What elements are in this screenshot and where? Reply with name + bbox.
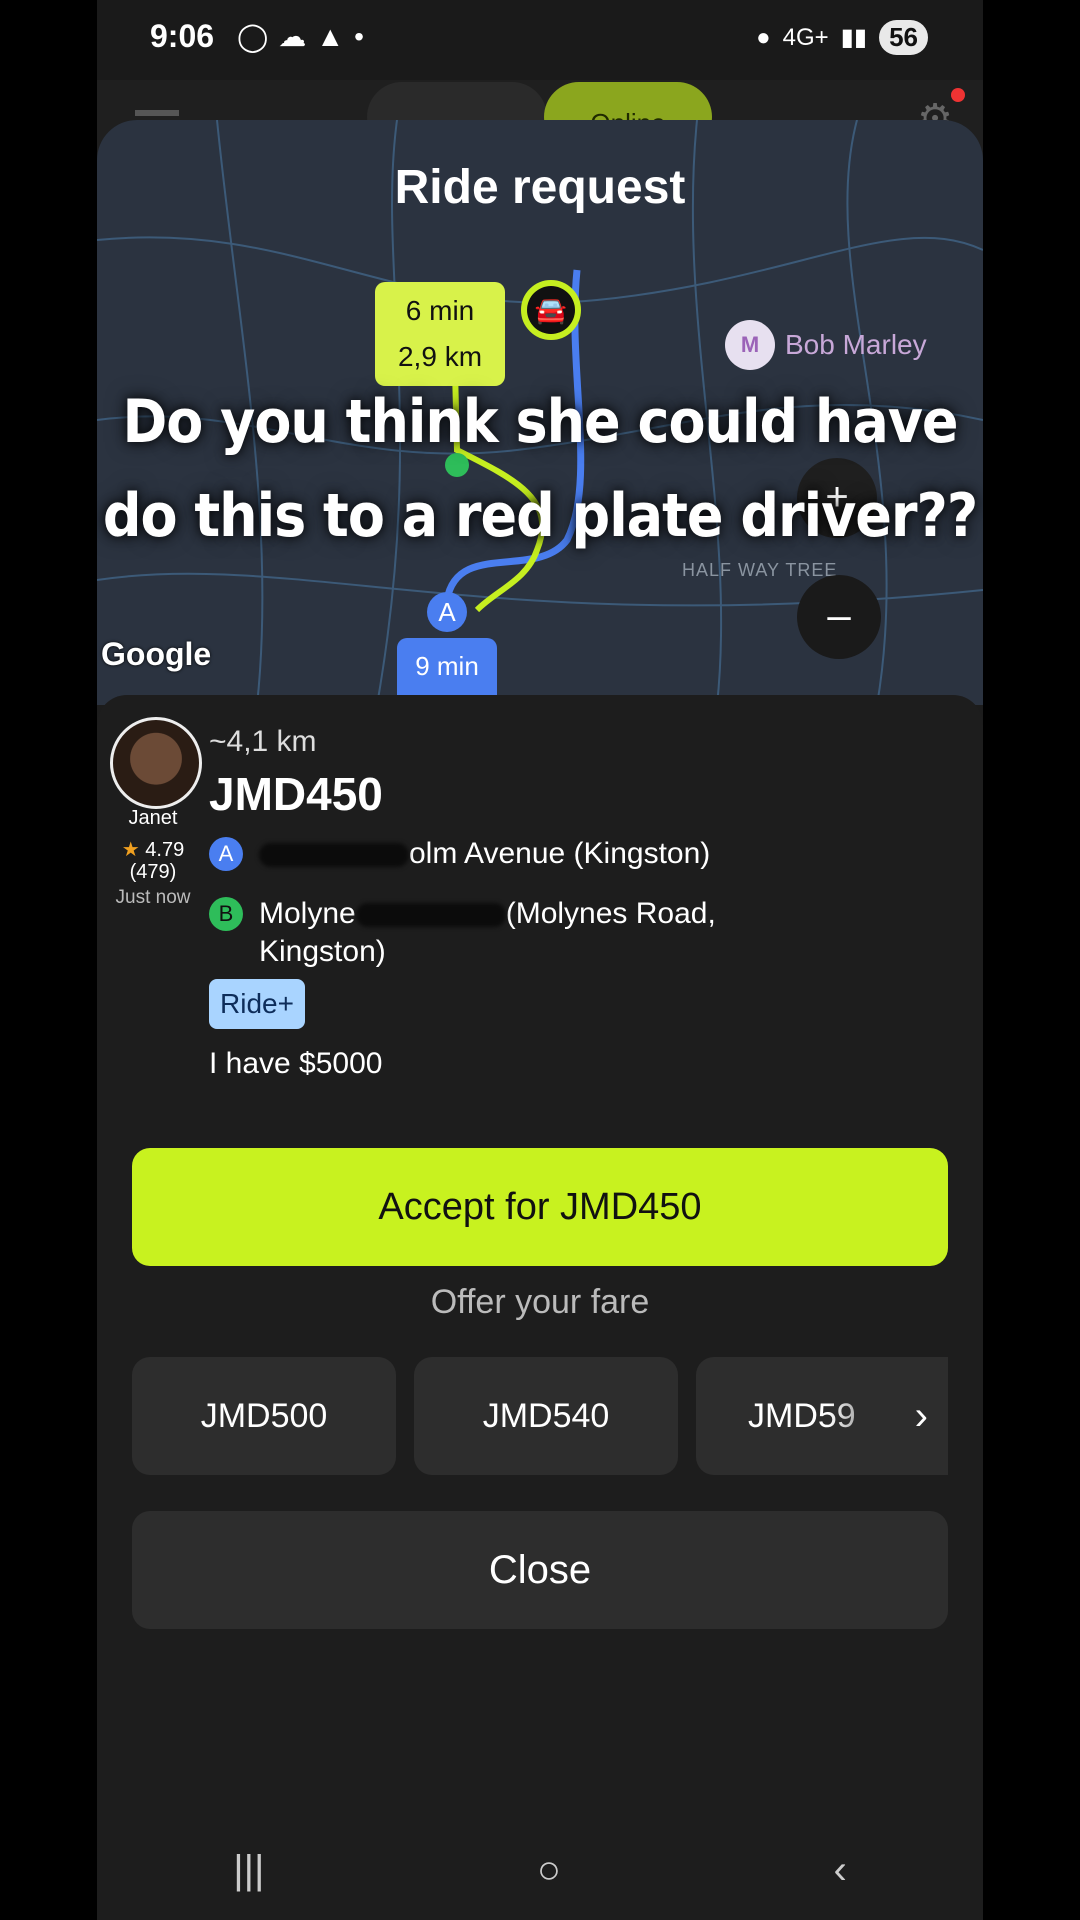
service-chip: Ride+ bbox=[209, 979, 305, 1029]
location-icon: ● bbox=[756, 23, 771, 51]
recent-apps-icon[interactable]: ||| bbox=[233, 1848, 264, 1893]
museum-icon: M bbox=[725, 320, 775, 370]
phone-screen: 9:06 ◯ ☁ ▲ • ● 4G+ ▮▮ 56 Online ⚙ bbox=[97, 0, 983, 1920]
pickup-pin: A bbox=[427, 592, 467, 632]
status-bar: 9:06 ◯ ☁ ▲ • ● 4G+ ▮▮ 56 bbox=[97, 0, 983, 80]
passenger-avatar bbox=[110, 717, 202, 809]
accept-button[interactable]: Accept for JMD450 bbox=[132, 1148, 948, 1266]
pickup-distance: 2,9 km bbox=[397, 341, 483, 372]
passenger-rating: ★ 4.79 bbox=[97, 837, 209, 862]
trip-distance: ~4,1 km bbox=[209, 725, 317, 758]
close-button[interactable]: Close bbox=[132, 1511, 948, 1629]
notification-dot bbox=[951, 88, 965, 102]
status-time: 9:06 bbox=[150, 18, 215, 54]
redaction-blur bbox=[259, 843, 409, 868]
pickup-address: olm Avenue (Kingston) bbox=[259, 835, 779, 873]
signal-icon: ▮▮ bbox=[840, 24, 868, 51]
driver-car-marker: 🚘 bbox=[521, 280, 581, 340]
trip-eta-tag: 9 min bbox=[397, 638, 497, 698]
dropoff-address-row: B Molyne (Molynes Road, Kingston) bbox=[209, 895, 779, 971]
car-icon: 🚘 bbox=[527, 286, 575, 334]
scroll-fade bbox=[828, 1357, 948, 1475]
trip-price: JMD450 bbox=[209, 768, 383, 820]
area-label: HALF WAY TREE bbox=[682, 560, 838, 580]
pickup-badge: A bbox=[209, 837, 243, 871]
fare-option[interactable]: JMD500 bbox=[132, 1357, 396, 1475]
redaction-blur bbox=[355, 903, 506, 928]
dropoff-badge: B bbox=[209, 897, 243, 931]
rating-count: (479) bbox=[129, 861, 177, 883]
system-icons: ● 4G+ ▮▮ 56 bbox=[756, 20, 928, 55]
system-nav-bar: ||| ○ ‹ bbox=[97, 1820, 983, 1920]
video-caption-overlay: Do you think she could have do this to a… bbox=[102, 387, 978, 551]
battery-level: 56 bbox=[879, 20, 928, 55]
rating-value: 4.79 bbox=[145, 839, 185, 861]
back-icon[interactable]: ‹ bbox=[833, 1848, 846, 1893]
pickup-eta-tag: 6 min 2,9 km bbox=[375, 282, 505, 386]
star-icon: ★ bbox=[121, 839, 140, 861]
ride-request-sheet: 6 min 2,9 km 🚘 M Bob Marley HALF WAY TRE… bbox=[97, 120, 983, 1920]
chevron-right-icon[interactable]: › bbox=[915, 1357, 928, 1475]
home-icon[interactable]: ○ bbox=[537, 1848, 561, 1893]
request-time: Just now bbox=[115, 887, 191, 908]
poi-label: Bob Marley bbox=[785, 329, 927, 360]
passenger-note: I have $5000 bbox=[209, 1047, 383, 1080]
notification-icons: ◯ ☁ ▲ • bbox=[237, 20, 364, 53]
network-type: 4G+ bbox=[782, 23, 829, 51]
pickup-eta: 6 min bbox=[405, 295, 475, 326]
offer-fare-label: Offer your fare bbox=[430, 1283, 650, 1321]
zoom-out-button[interactable]: – bbox=[797, 575, 881, 659]
menu-icon[interactable] bbox=[135, 110, 179, 116]
warning-icon: ▲ bbox=[316, 20, 345, 52]
map-attribution: Google bbox=[101, 636, 212, 672]
fare-option[interactable]: JMD540 bbox=[414, 1357, 678, 1475]
passenger-name: Janet bbox=[128, 807, 178, 829]
cloud-icon: ☁ bbox=[278, 21, 307, 52]
trip-details-card: Janet ★ 4.79 (479) Just now ~4,1 km JMD4… bbox=[97, 695, 983, 1920]
poi-marker[interactable]: M Bob Marley bbox=[725, 320, 927, 370]
dropoff-address: Molyne (Molynes Road, Kingston) bbox=[259, 897, 716, 968]
page-title: Ride request bbox=[394, 161, 686, 214]
dot-icon: • bbox=[354, 20, 364, 52]
whatsapp-icon: ◯ bbox=[237, 21, 269, 52]
pickup-address-row: A olm Avenue (Kingston) bbox=[209, 835, 779, 873]
fare-options: JMD500 JMD540 JMD59 › bbox=[132, 1357, 948, 1475]
